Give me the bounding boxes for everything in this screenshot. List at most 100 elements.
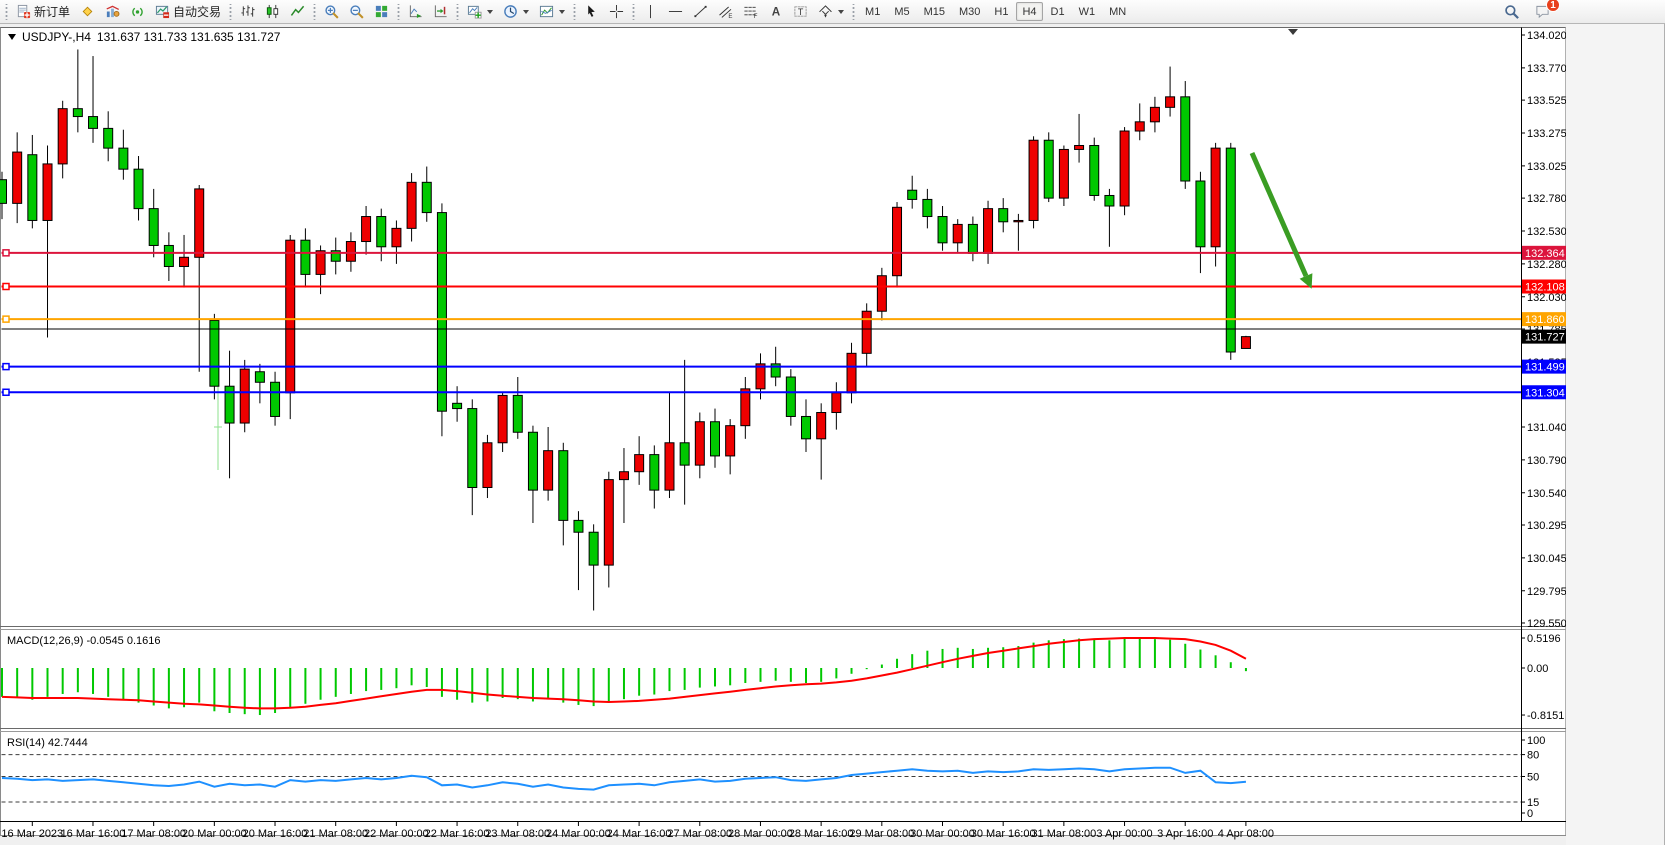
chart-shift-button[interactable]: [429, 1, 452, 22]
toolbar-group-handle[interactable]: [851, 4, 856, 20]
svg-text:131.499: 131.499: [1525, 362, 1565, 374]
gold-diamond-icon: [80, 4, 95, 19]
auto-trading-button[interactable]: 自动交易: [151, 1, 225, 22]
crosshair-tool-button[interactable]: [605, 1, 628, 22]
one-click-trading-toggle-icon[interactable]: [8, 34, 16, 40]
market-watch-button[interactable]: [76, 1, 99, 22]
label-tool-icon: T: [793, 4, 808, 19]
toolbar-right: 1: [1499, 1, 1555, 22]
horizontal-line-tool-button[interactable]: [664, 1, 687, 22]
templates-button[interactable]: [535, 1, 569, 22]
svg-text:130.045: 130.045: [1527, 553, 1567, 565]
rsi-indicator-label: RSI(14) 42.7444: [7, 737, 88, 749]
svg-text:131.040: 131.040: [1527, 422, 1567, 434]
auto-trade-icon: [155, 4, 170, 19]
svg-text:133.025: 133.025: [1527, 161, 1567, 173]
chart-window[interactable]: 134.020133.770133.525133.275133.025132.7…: [0, 24, 1665, 845]
toolbar: 新订单 自动交易 E F AT M1M5M15M30H1H4D1W1MN 1: [0, 0, 1665, 24]
notifications-button[interactable]: 1: [1531, 1, 1554, 22]
timeframe-m1-button[interactable]: M1: [859, 2, 886, 21]
line-anchor[interactable]: [3, 284, 9, 290]
svg-text:132.364: 132.364: [1525, 248, 1565, 260]
svg-text:22 Mar 16:00: 22 Mar 16:00: [425, 828, 490, 840]
svg-text:131.860: 131.860: [1525, 314, 1565, 326]
candlestick-chart[interactable]: 134.020133.770133.525133.275133.025132.7…: [0, 24, 1665, 845]
svg-text:F: F: [754, 13, 758, 19]
line-chart-button[interactable]: [286, 1, 309, 22]
svg-text:133.770: 133.770: [1527, 63, 1567, 75]
toolbar-group-handle[interactable]: [455, 4, 460, 20]
svg-text:23 Mar 08:00: 23 Mar 08:00: [485, 828, 550, 840]
svg-text:30 Mar 16:00: 30 Mar 16:00: [971, 828, 1036, 840]
zoom-out-button[interactable]: [345, 1, 368, 22]
text-tool-icon: A: [768, 4, 783, 19]
timeframe-h1-button[interactable]: H1: [988, 2, 1014, 21]
tile-windows-button[interactable]: [370, 1, 393, 22]
line-anchor[interactable]: [3, 316, 9, 322]
line-anchor[interactable]: [3, 364, 9, 370]
new-order-button[interactable]: 新订单: [12, 1, 74, 22]
periods-icon: [503, 4, 518, 19]
new-chart-icon: [467, 4, 482, 19]
zoom-in-button[interactable]: [320, 1, 343, 22]
svg-text:31 Mar 08:00: 31 Mar 08:00: [1031, 828, 1096, 840]
candlestick-chart-button[interactable]: [261, 1, 284, 22]
profile-icon: [105, 4, 120, 19]
bars-type-icon: [240, 4, 255, 19]
timeframe-w1-button[interactable]: W1: [1073, 2, 1102, 21]
svg-text:22 Mar 00:00: 22 Mar 00:00: [364, 828, 429, 840]
candles-type-icon: [265, 4, 280, 19]
svg-text:80: 80: [1527, 750, 1539, 762]
hline-icon: [668, 4, 683, 19]
toolbar-group-handle[interactable]: [631, 4, 636, 20]
timeframe-m5-button[interactable]: M5: [888, 2, 915, 21]
svg-text:129.550: 129.550: [1527, 618, 1567, 630]
trendline-icon: [693, 4, 708, 19]
cursor-tool-button[interactable]: [580, 1, 603, 22]
svg-text:24 Mar 16:00: 24 Mar 16:00: [607, 828, 672, 840]
chart-shift-icon: [433, 4, 448, 19]
signals-button[interactable]: [126, 1, 149, 22]
bar-chart-button[interactable]: [236, 1, 259, 22]
toolbar-group-handle[interactable]: [228, 4, 233, 20]
new-chart-button[interactable]: [463, 1, 497, 22]
toolbar-group-handle[interactable]: [572, 4, 577, 20]
text-tool-button[interactable]: A: [764, 1, 787, 22]
trendline-tool-button[interactable]: [689, 1, 712, 22]
symbol-period-label: USDJPY-,H4: [22, 30, 91, 44]
toolbar-group-handle[interactable]: [396, 4, 401, 20]
svg-text:3 Apr 16:00: 3 Apr 16:00: [1157, 828, 1213, 840]
search-button[interactable]: [1500, 1, 1523, 22]
channel-tool-button[interactable]: E: [714, 1, 737, 22]
zoom-in-icon: [324, 4, 339, 19]
svg-text:-0.8151: -0.8151: [1527, 710, 1564, 722]
fibonacci-tool-button[interactable]: F: [739, 1, 762, 22]
svg-text:0: 0: [1527, 808, 1533, 820]
auto-scroll-button[interactable]: [404, 1, 427, 22]
vertical-line-tool-button[interactable]: [639, 1, 662, 22]
svg-text:130.790: 130.790: [1527, 455, 1567, 467]
arrows-tool-button[interactable]: [814, 1, 848, 22]
periods-button[interactable]: [499, 1, 533, 22]
notification-badge: 1: [1546, 0, 1560, 12]
svg-text:132.108: 132.108: [1525, 282, 1565, 294]
timeframe-m30-button[interactable]: M30: [953, 2, 986, 21]
timeframe-m15-button[interactable]: M15: [918, 2, 951, 21]
svg-text:133.525: 133.525: [1527, 95, 1567, 107]
toolbar-group-handle[interactable]: [4, 4, 9, 20]
new-order-icon: [16, 4, 31, 19]
svg-text:A: A: [772, 6, 781, 19]
ohlc-label: 131.637 131.733 131.635 131.727: [97, 30, 281, 44]
svg-text:132.280: 132.280: [1527, 259, 1567, 271]
shapes-icon: [818, 4, 833, 19]
timeframe-mn-button[interactable]: MN: [1103, 2, 1132, 21]
timeframe-d1-button[interactable]: D1: [1045, 2, 1071, 21]
svg-text:131.727: 131.727: [1525, 332, 1565, 344]
toolbar-group-handle[interactable]: [312, 4, 317, 20]
profiles-button[interactable]: [101, 1, 124, 22]
label-tool-button[interactable]: T: [789, 1, 812, 22]
line-anchor[interactable]: [3, 250, 9, 256]
chart-title: USDJPY-,H4 131.637 131.733 131.635 131.7…: [8, 30, 280, 44]
timeframe-h4-button[interactable]: H4: [1016, 2, 1042, 21]
line-anchor[interactable]: [3, 389, 9, 395]
